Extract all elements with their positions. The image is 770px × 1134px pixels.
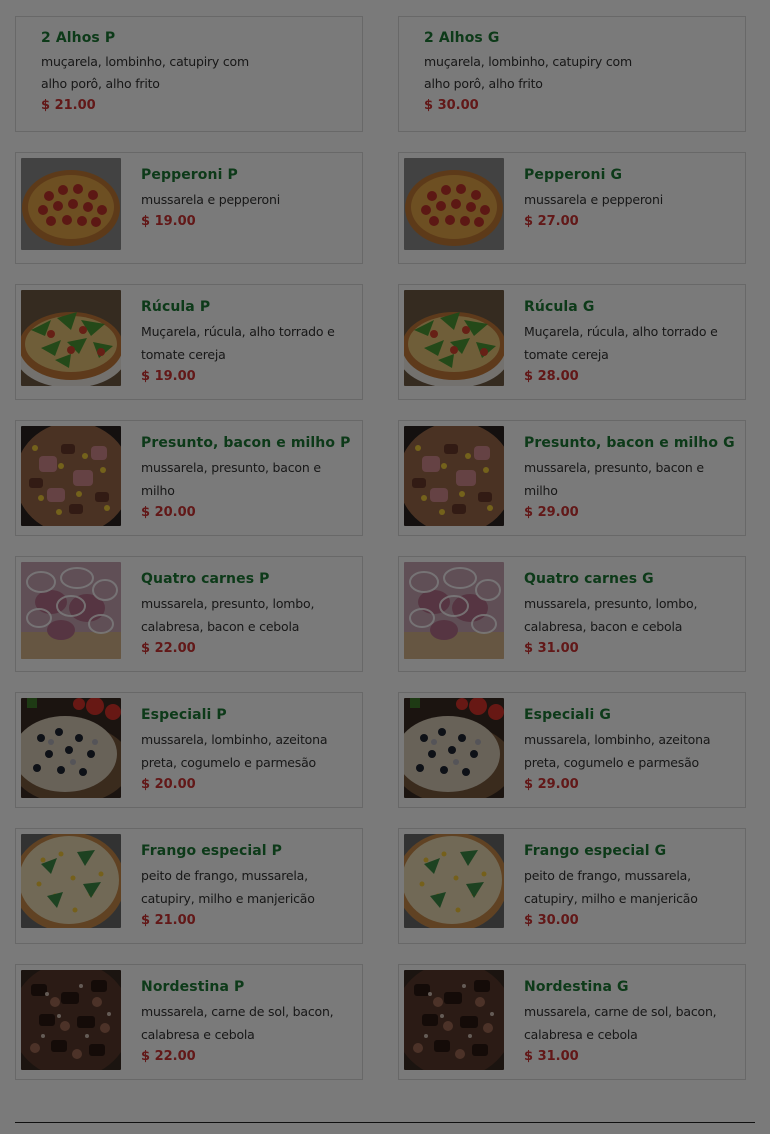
menu-item-card[interactable]: Quatro carnes G mussarela, presunto, lom… xyxy=(398,556,746,672)
menu-item-name: Quatro carnes G xyxy=(524,571,654,587)
menu-item-price: $ 28.00 xyxy=(524,369,579,384)
menu-item-content: 2 Alhos P muçarela, lombinho, catupiry c… xyxy=(41,28,352,116)
menu-item-name: Especiali P xyxy=(141,707,227,723)
menu-item-content: Quatro carnes P mussarela, presunto, lom… xyxy=(141,569,352,659)
especiali-pizza-image xyxy=(21,698,121,798)
menu-item-price: $ 20.00 xyxy=(141,505,196,520)
menu-item-card[interactable]: Quatro carnes P mussarela, presunto, lom… xyxy=(15,556,363,672)
menu-item-card[interactable]: Especiali G mussarela, lombinho, azeiton… xyxy=(398,692,746,808)
menu-item-price: $ 29.00 xyxy=(524,777,579,792)
menu-item-card[interactable]: Frango especial P peito de frango, mussa… xyxy=(15,828,363,944)
menu-item-description: mussarela e pepperoni xyxy=(524,192,664,207)
nordestina-pizza-image xyxy=(21,970,121,1070)
menu-item-description: Muçarela, rúcula, alho torrado e tomate … xyxy=(524,324,718,362)
menu-item-price: $ 19.00 xyxy=(141,369,196,384)
menu-item-name: Rúcula G xyxy=(524,299,595,315)
menu-item-content: Quatro carnes G mussarela, presunto, lom… xyxy=(524,569,735,659)
menu-item-description: mussarela e pepperoni xyxy=(141,192,281,207)
menu-item-description: mussarela, lombinho, azeitona preta, cog… xyxy=(524,732,711,770)
menu-item-description: muçarela, lombinho, catupiry com alho po… xyxy=(41,54,249,91)
menu-item-content: Frango especial G peito de frango, mussa… xyxy=(524,841,735,931)
nordestina-pizza-image xyxy=(404,970,504,1070)
menu-item-card[interactable]: 2 Alhos G muçarela, lombinho, catupiry c… xyxy=(398,16,746,132)
menu-item-description: Muçarela, rúcula, alho torrado e tomate … xyxy=(141,324,335,362)
menu-item-card[interactable]: Pepperoni P mussarela e pepperoni $ 19.0… xyxy=(15,152,363,264)
menu-item-price: $ 22.00 xyxy=(141,1049,196,1064)
especiali-pizza-image xyxy=(404,698,504,798)
menu-item-content: Presunto, bacon e milho G mussarela, pre… xyxy=(524,433,735,523)
menu-item-description: muçarela, lombinho, catupiry com alho po… xyxy=(424,54,632,91)
rucula-pizza-image xyxy=(404,290,504,386)
menu-item-name: Nordestina P xyxy=(141,979,245,995)
menu-item-name: 2 Alhos P xyxy=(41,30,116,46)
menu-item-price: $ 27.00 xyxy=(524,214,579,229)
pepperoni-pizza-image xyxy=(21,158,121,250)
menu-item-price: $ 19.00 xyxy=(141,214,196,229)
menu-item-price: $ 21.00 xyxy=(141,913,196,928)
menu-item-name: Presunto, bacon e milho G xyxy=(524,435,735,451)
menu-item-content: Rúcula P Muçarela, rúcula, alho torrado … xyxy=(141,297,352,387)
menu-item-name: Pepperoni G xyxy=(524,167,623,183)
menu-item-description: mussarela, presunto, bacon e milho xyxy=(524,460,704,498)
quatro-carnes-pizza-image xyxy=(21,562,121,659)
menu-item-price: $ 22.00 xyxy=(141,641,196,656)
menu-item-content: Nordestina P mussarela, carne de sol, ba… xyxy=(141,977,352,1067)
menu-item-description: peito de frango, mussarela, catupiry, mi… xyxy=(524,868,698,906)
menu-item-content: Frango especial P peito de frango, mussa… xyxy=(141,841,352,931)
menu-item-card[interactable]: Presunto, bacon e milho P mussarela, pre… xyxy=(15,420,363,536)
menu-item-card[interactable]: Rúcula P Muçarela, rúcula, alho torrado … xyxy=(15,284,363,400)
menu-item-content: Pepperoni G mussarela e pepperoni $ 27.0… xyxy=(524,165,735,232)
frango-especial-pizza-image xyxy=(404,834,504,928)
menu-item-card[interactable]: Pepperoni G mussarela e pepperoni $ 27.0… xyxy=(398,152,746,264)
menu-item-content: 2 Alhos G muçarela, lombinho, catupiry c… xyxy=(424,28,735,116)
footer-divider xyxy=(15,1122,755,1123)
menu-item-description: mussarela, carne de sol, bacon, calabres… xyxy=(524,1004,717,1042)
menu-item-price: $ 21.00 xyxy=(41,98,96,113)
menu-item-price: $ 31.00 xyxy=(524,1049,579,1064)
menu-item-name: Especiali G xyxy=(524,707,612,723)
frango-especial-pizza-image xyxy=(21,834,121,928)
menu-item-description: mussarela, presunto, lombo, calabresa, b… xyxy=(141,596,315,634)
menu-item-content: Presunto, bacon e milho P mussarela, pre… xyxy=(141,433,352,523)
menu-item-name: Nordestina G xyxy=(524,979,629,995)
menu-item-card[interactable]: Rúcula G Muçarela, rúcula, alho torrado … xyxy=(398,284,746,400)
menu-item-name: Rúcula P xyxy=(141,299,211,315)
menu-item-description: mussarela, carne de sol, bacon, calabres… xyxy=(141,1004,334,1042)
menu-item-name: Presunto, bacon e milho P xyxy=(141,435,351,451)
menu-item-card[interactable]: Presunto, bacon e milho G mussarela, pre… xyxy=(398,420,746,536)
menu-item-card[interactable]: Nordestina P mussarela, carne de sol, ba… xyxy=(15,964,363,1080)
menu-item-name: Frango especial P xyxy=(141,843,283,859)
menu-item-description: mussarela, presunto, lombo, calabresa, b… xyxy=(524,596,698,634)
menu-item-price: $ 20.00 xyxy=(141,777,196,792)
menu-item-card[interactable]: 2 Alhos P muçarela, lombinho, catupiry c… xyxy=(15,16,363,132)
presunto-bacon-milho-pizza-image xyxy=(404,426,504,526)
menu-item-content: Especiali P mussarela, lombinho, azeiton… xyxy=(141,705,352,795)
menu-item-description: mussarela, presunto, bacon e milho xyxy=(141,460,321,498)
menu-item-description: peito de frango, mussarela, catupiry, mi… xyxy=(141,868,315,906)
menu-item-name: Quatro carnes P xyxy=(141,571,270,587)
menu-item-description: mussarela, lombinho, azeitona preta, cog… xyxy=(141,732,328,770)
menu-item-card[interactable]: Nordestina G mussarela, carne de sol, ba… xyxy=(398,964,746,1080)
menu-item-content: Nordestina G mussarela, carne de sol, ba… xyxy=(524,977,735,1067)
presunto-bacon-milho-pizza-image xyxy=(21,426,121,526)
menu-item-content: Especiali G mussarela, lombinho, azeiton… xyxy=(524,705,735,795)
pepperoni-pizza-image xyxy=(404,158,504,250)
menu-item-content: Pepperoni P mussarela e pepperoni $ 19.0… xyxy=(141,165,352,232)
quatro-carnes-pizza-image xyxy=(404,562,504,659)
menu-item-card[interactable]: Frango especial G peito de frango, mussa… xyxy=(398,828,746,944)
menu-grid: 2 Alhos P muçarela, lombinho, catupiry c… xyxy=(0,0,770,1134)
menu-item-price: $ 31.00 xyxy=(524,641,579,656)
menu-item-content: Rúcula G Muçarela, rúcula, alho torrado … xyxy=(524,297,735,387)
menu-item-name: Pepperoni P xyxy=(141,167,238,183)
menu-item-price: $ 30.00 xyxy=(424,98,479,113)
menu-item-price: $ 29.00 xyxy=(524,505,579,520)
menu-item-name: 2 Alhos G xyxy=(424,30,500,46)
menu-item-card[interactable]: Especiali P mussarela, lombinho, azeiton… xyxy=(15,692,363,808)
rucula-pizza-image xyxy=(21,290,121,386)
menu-item-price: $ 30.00 xyxy=(524,913,579,928)
menu-item-name: Frango especial G xyxy=(524,843,667,859)
